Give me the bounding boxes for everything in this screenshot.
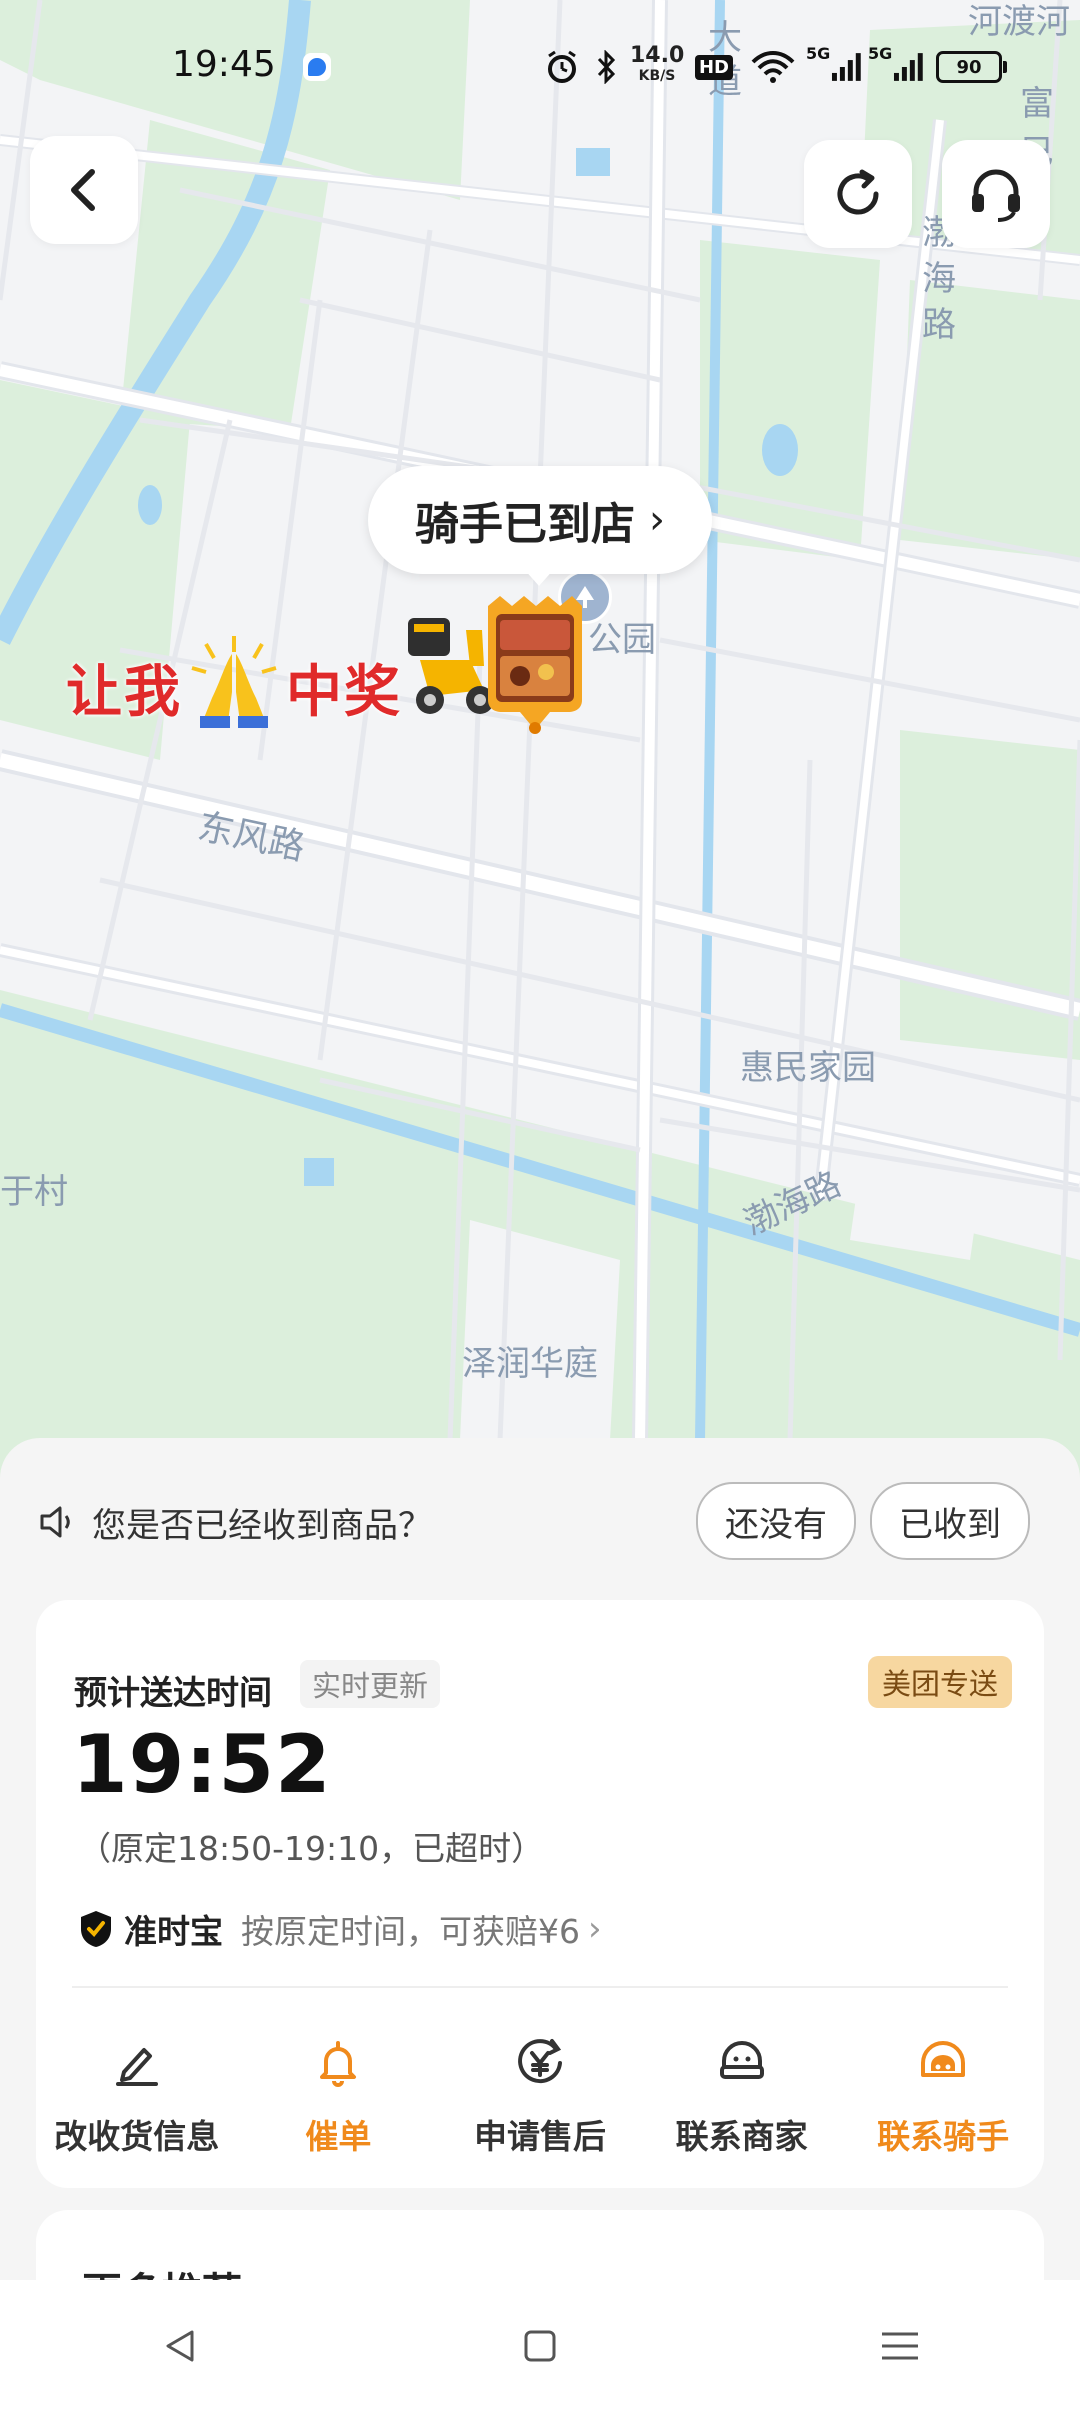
signal-1-icon: 5G bbox=[806, 44, 862, 84]
net-speed: 14.0 KB/S bbox=[630, 43, 685, 86]
app-notification-icon bbox=[300, 50, 334, 84]
signal-2-label: 5G bbox=[868, 44, 893, 63]
rider-status-bubble[interactable]: 骑手已到店 › bbox=[368, 466, 712, 574]
square-home-icon bbox=[524, 2330, 556, 2362]
chevron-left-icon bbox=[71, 169, 95, 211]
action-label: 申请售后 bbox=[473, 2117, 606, 2156]
lottery-text-right: 中奖 bbox=[286, 659, 402, 725]
ontime-name: 准时宝 bbox=[124, 1912, 223, 1951]
eta-time: 19:52 bbox=[72, 1718, 332, 1811]
battery-level: 90 bbox=[956, 56, 982, 78]
lottery-text-left: 让我 bbox=[66, 659, 182, 725]
delivery-card: 预计送达时间 实时更新 美团专送 19:52 （原定18:50-19:10，已超… bbox=[36, 1600, 1044, 2188]
action-label: 联系商家 bbox=[675, 2117, 808, 2156]
map-label-huimin: 惠民家园 bbox=[740, 1048, 876, 1088]
alarm-icon bbox=[544, 50, 580, 84]
hd-icon: HD bbox=[694, 50, 734, 84]
chevron-right-icon: › bbox=[649, 497, 665, 543]
merchant-icon bbox=[714, 2028, 770, 2098]
system-nav-bar bbox=[0, 2280, 1080, 2412]
rider-status-text: 骑手已到店 bbox=[415, 499, 635, 550]
action-bar: 改收货信息 催单 申请售后 联系商家 联系骑手 bbox=[36, 2016, 1044, 2166]
chevron-right-icon: › bbox=[588, 1909, 602, 1949]
lottery-sticker[interactable]: 让我 中奖 bbox=[66, 632, 402, 742]
store-marker-icon[interactable] bbox=[480, 596, 590, 740]
rider-helmet-icon bbox=[915, 2028, 971, 2098]
back-button[interactable] bbox=[30, 136, 138, 244]
signal-2-icon: 5G bbox=[868, 44, 924, 84]
battery-icon: 90 bbox=[934, 50, 1007, 84]
brand-badge: 美团专送 bbox=[867, 1656, 1012, 1708]
signal-1-label: 5G bbox=[806, 44, 831, 63]
bluetooth-icon bbox=[592, 50, 620, 84]
headset-icon bbox=[972, 169, 1020, 222]
refresh-button[interactable] bbox=[804, 140, 912, 248]
original-time: （原定18:50-19:10，已超时） bbox=[78, 1829, 545, 1868]
yuan-refund-icon bbox=[512, 2028, 568, 2098]
contact-merchant-button[interactable]: 联系商家 bbox=[641, 2016, 843, 2166]
action-label: 联系骑手 bbox=[877, 2117, 1010, 2156]
net-speed-value: 14.0 bbox=[630, 43, 685, 68]
speaker-icon bbox=[40, 1506, 70, 1538]
net-speed-unit: KB/S bbox=[638, 68, 676, 84]
map-label-zerun: 泽润华庭 bbox=[462, 1344, 598, 1384]
wifi-icon bbox=[750, 50, 796, 84]
shield-check-icon bbox=[81, 1911, 111, 1947]
nav-menu-button[interactable] bbox=[840, 2306, 960, 2386]
nav-back-button[interactable] bbox=[120, 2306, 240, 2386]
not-yet-button[interactable]: 还没有 bbox=[696, 1482, 856, 1560]
triangle-back-icon bbox=[166, 2330, 194, 2362]
status-time: 19:45 bbox=[172, 44, 276, 85]
ontime-desc: 按原定时间，可获赔¥6 bbox=[241, 1912, 580, 1951]
map-label-yu-village: 于村 bbox=[0, 1172, 68, 1212]
bell-icon bbox=[312, 2028, 364, 2098]
praying-hands-icon bbox=[186, 632, 282, 742]
eta-title: 预计送达时间 bbox=[74, 1673, 272, 1712]
pencil-icon bbox=[112, 2028, 162, 2098]
edit-address-button[interactable]: 改收货信息 bbox=[36, 2016, 238, 2166]
status-bar: 19:45 14.0 KB/S HD 5G 5G 90 bbox=[0, 0, 1080, 140]
menu-lines-icon bbox=[882, 2332, 918, 2360]
refresh-icon bbox=[837, 169, 879, 215]
ontime-guarantee-row[interactable]: 准时宝 按原定时间，可获赔¥6 › bbox=[78, 1902, 602, 1956]
received-button[interactable]: 已收到 bbox=[870, 1482, 1030, 1560]
after-sales-button[interactable]: 申请售后 bbox=[439, 2016, 641, 2166]
realtime-tag: 实时更新 bbox=[300, 1660, 441, 1708]
action-label: 改收货信息 bbox=[54, 2117, 220, 2156]
urge-order-button[interactable]: 催单 bbox=[238, 2016, 440, 2166]
contact-rider-button[interactable]: 联系骑手 bbox=[842, 2016, 1044, 2166]
action-label: 催单 bbox=[305, 2117, 372, 2156]
bubble-tail bbox=[523, 568, 555, 586]
hd-label: HD bbox=[694, 54, 733, 80]
divider bbox=[72, 1986, 1008, 1988]
customer-service-button[interactable] bbox=[942, 140, 1050, 248]
nav-home-button[interactable] bbox=[480, 2306, 600, 2386]
receipt-question-text: 您是否已经收到商品？ bbox=[92, 1505, 432, 1546]
